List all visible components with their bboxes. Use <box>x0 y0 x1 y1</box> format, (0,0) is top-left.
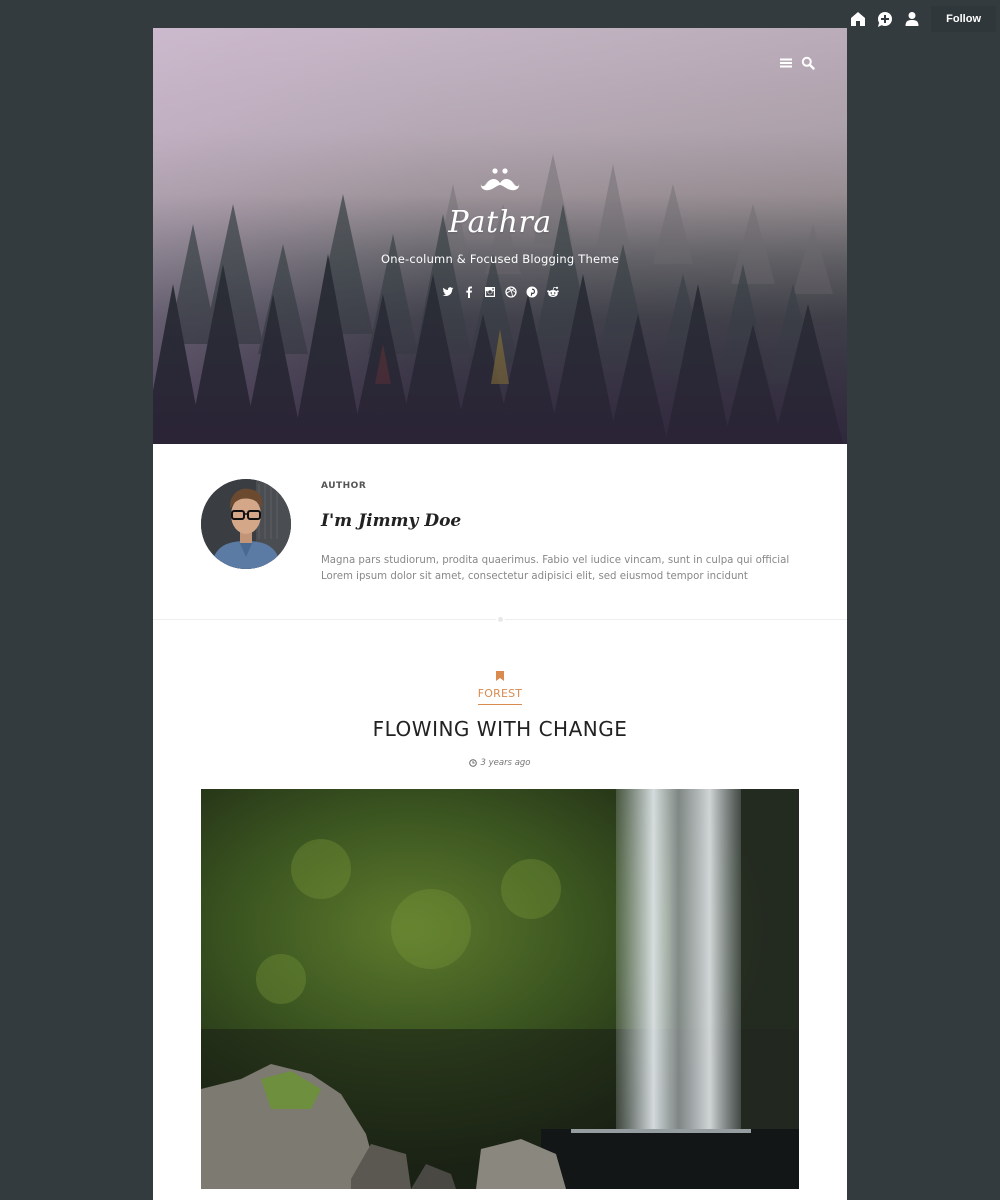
top-bar: Follow <box>844 6 1000 32</box>
post-category: FOREST <box>477 666 523 705</box>
author-name[interactable]: I'm Jimmy Doe <box>321 511 461 531</box>
mustache-logo-icon[interactable] <box>480 165 520 195</box>
user-icon[interactable] <box>898 6 925 32</box>
post-meta: 3 years ago <box>153 758 847 768</box>
social-links <box>153 286 847 298</box>
home-icon[interactable] <box>844 6 871 32</box>
clock-icon <box>469 759 478 767</box>
follow-button[interactable]: Follow <box>931 6 996 32</box>
add-post-icon[interactable] <box>871 6 898 32</box>
author-box: AUTHOR I'm Jimmy Doe Magna pars studioru… <box>153 444 847 624</box>
author-label: AUTHOR <box>321 481 367 491</box>
category-link[interactable]: FOREST <box>477 687 523 705</box>
post-date: 3 years ago <box>480 758 531 768</box>
dribbble-icon[interactable] <box>504 286 517 298</box>
twitter-icon[interactable] <box>442 286 454 298</box>
site-branding: Pathra One-column & Focused Blogging The… <box>153 165 847 298</box>
reddit-icon[interactable] <box>546 286 559 298</box>
post-title[interactable]: FLOWING WITH CHANGE <box>153 717 847 741</box>
facebook-icon[interactable] <box>463 286 475 298</box>
section-divider <box>496 615 505 624</box>
instagram-icon[interactable] <box>484 286 496 298</box>
waterfall-image <box>201 789 799 1189</box>
search-icon[interactable] <box>801 56 815 70</box>
hero-header: Pathra One-column & Focused Blogging The… <box>153 28 847 444</box>
menu-icon[interactable] <box>779 56 793 70</box>
site-tagline: One-column & Focused Blogging Theme <box>381 252 619 266</box>
page-container: Pathra One-column & Focused Blogging The… <box>153 28 847 1200</box>
author-avatar[interactable] <box>201 479 291 569</box>
hero-nav <box>779 56 815 70</box>
author-bio: Magna pars studiorum, prodita quaerimus.… <box>321 555 790 582</box>
pinterest-icon[interactable] <box>526 286 538 298</box>
post-featured-image[interactable] <box>201 789 799 1189</box>
post-entry: FOREST FLOWING WITH CHANGE 3 years ago <box>153 620 847 768</box>
site-title[interactable]: Pathra <box>153 205 847 240</box>
bookmark-icon <box>495 671 504 681</box>
